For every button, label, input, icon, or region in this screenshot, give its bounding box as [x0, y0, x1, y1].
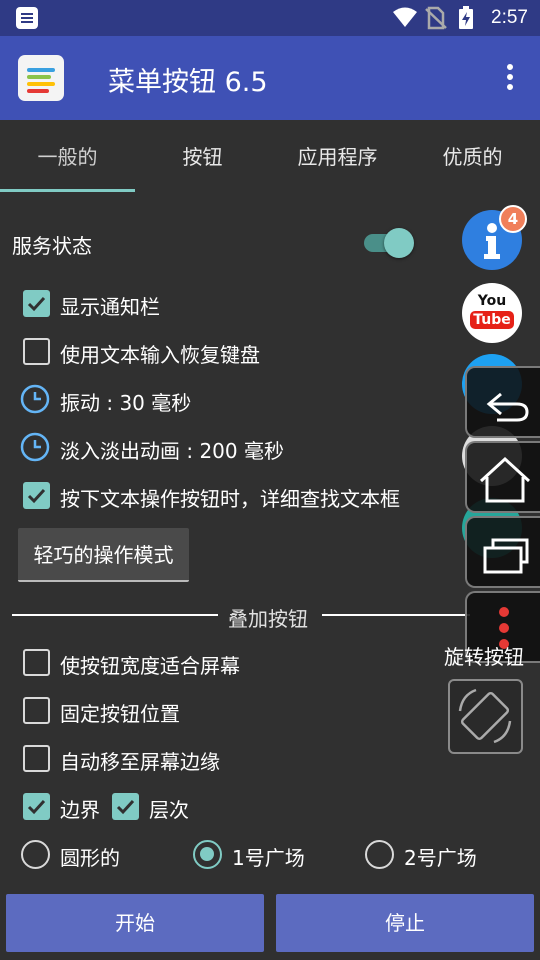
home-icon	[479, 456, 531, 503]
clock-icon[interactable]	[20, 384, 50, 414]
youtube-logo-bottom: Tube	[470, 311, 514, 329]
tab-apps[interactable]: 应用程序	[270, 120, 405, 194]
shape-square2-label: 2号广场	[404, 846, 477, 870]
status-bar: 2:57	[0, 0, 540, 36]
border-label: 边界	[60, 798, 100, 822]
app-logo-icon	[18, 55, 64, 101]
fit-width-checkbox[interactable]	[23, 649, 50, 676]
back-button[interactable]	[465, 366, 540, 438]
start-button[interactable]: 开始	[6, 894, 264, 952]
shape-circle-label: 圆形的	[60, 846, 120, 870]
tab-indicator	[0, 189, 135, 192]
border-checkbox[interactable]	[23, 793, 50, 820]
overlay-section-header: 叠加按钮	[228, 607, 308, 631]
clock-icon[interactable]	[20, 432, 50, 462]
show-notification-label: 显示通知栏	[60, 295, 160, 319]
youtube-logo-top: You	[477, 293, 507, 309]
shape-square1-label: 1号广场	[232, 846, 305, 870]
battery-charging-icon	[459, 6, 473, 29]
fix-position-checkbox[interactable]	[23, 697, 50, 724]
shape-circle-radio[interactable]	[21, 840, 50, 869]
snap-edge-label: 自动移至屏幕边缘	[60, 750, 220, 774]
shape-square1-radio[interactable]	[193, 840, 222, 869]
shape-square2-radio[interactable]	[365, 840, 394, 869]
checkmark-icon	[27, 296, 46, 312]
vibration-setting[interactable]: 振动 : 30 毫秒	[60, 387, 191, 416]
back-icon	[486, 392, 529, 422]
recents-button[interactable]	[465, 516, 540, 588]
no-sim-icon	[425, 6, 447, 30]
fade-animation-setting[interactable]: 淡入淡出动画 : 200 毫秒	[60, 435, 284, 464]
fix-position-label: 固定按钮位置	[60, 702, 180, 726]
divider	[12, 614, 218, 616]
restore-keyboard-label: 使用文本输入恢复键盘	[60, 343, 260, 367]
recents-icon	[483, 538, 529, 574]
find-textbox-checkbox[interactable]	[23, 482, 50, 509]
restore-keyboard-checkbox[interactable]	[23, 338, 50, 365]
wifi-icon	[393, 7, 417, 27]
app-bar: 菜单按钮 6.5	[0, 36, 540, 120]
rotate-button[interactable]	[448, 679, 523, 754]
service-status-label: 服务状态	[12, 234, 92, 258]
checkmark-icon	[116, 799, 135, 815]
home-button[interactable]	[465, 441, 540, 513]
checkmark-icon	[27, 799, 46, 815]
clock-time: 2:57	[491, 7, 528, 28]
snap-edge-checkbox[interactable]	[23, 745, 50, 772]
notification-icon	[16, 7, 38, 29]
show-notification-checkbox[interactable]	[23, 290, 50, 317]
tab-bar: 一般的 按钮 应用程序 优质的	[0, 120, 540, 194]
find-textbox-label: 按下文本操作按钮时，详细查找文本框	[60, 487, 400, 511]
youtube-icon: You Tube	[462, 293, 522, 329]
layer-checkbox[interactable]	[112, 793, 139, 820]
checkmark-icon	[27, 488, 46, 504]
overflow-menu-icon[interactable]	[506, 64, 514, 92]
fit-width-label: 使按钮宽度适合屏幕	[60, 654, 240, 678]
service-toggle[interactable]	[362, 228, 416, 258]
tab-general[interactable]: 一般的	[0, 120, 135, 194]
stop-button[interactable]: 停止	[276, 894, 534, 952]
rotate-button-label: 旋转按钮	[444, 645, 524, 669]
tab-buttons[interactable]: 按钮	[135, 120, 270, 194]
notification-badge: 4	[499, 205, 527, 233]
light-mode-button[interactable]: 轻巧的操作模式	[18, 528, 189, 582]
app-title: 菜单按钮 6.5	[108, 67, 268, 98]
screen-rotation-icon	[458, 688, 512, 744]
divider	[322, 614, 470, 616]
tab-premium[interactable]: 优质的	[405, 120, 540, 194]
youtube-fab[interactable]: You Tube	[462, 283, 522, 343]
layer-label: 层次	[149, 798, 189, 822]
